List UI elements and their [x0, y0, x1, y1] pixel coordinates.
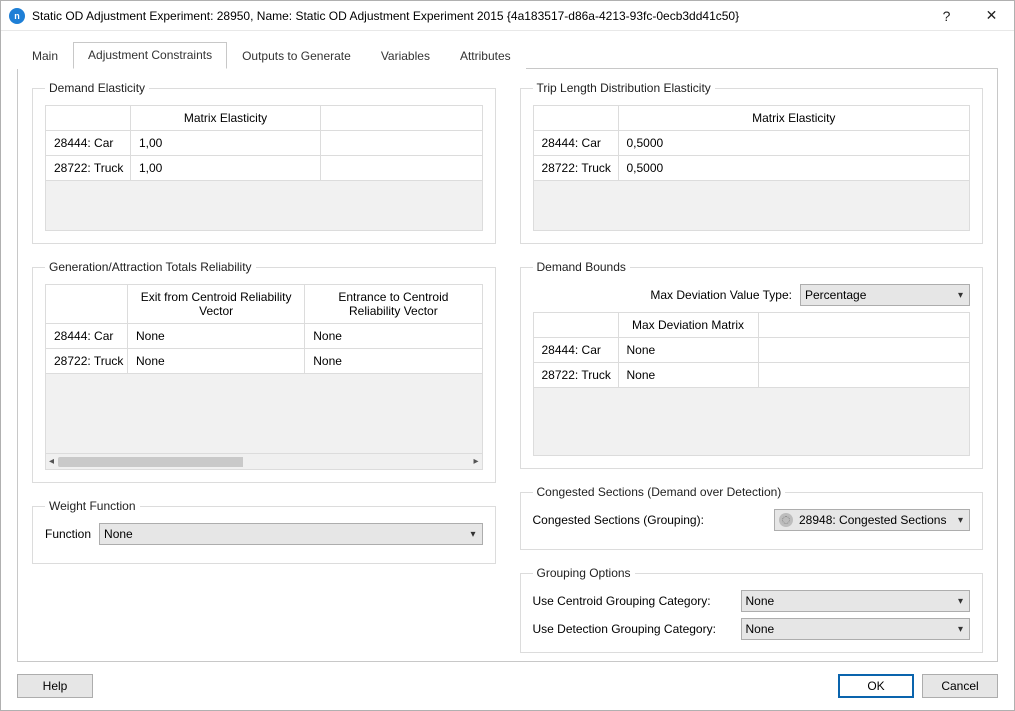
table-corner	[46, 106, 131, 131]
weight-function-label: Function	[45, 527, 91, 541]
cell-car-exit[interactable]: None	[128, 324, 305, 349]
max-dev-type-value: Percentage	[805, 288, 866, 302]
close-button[interactable]: ✕	[969, 1, 1014, 30]
reliability-table[interactable]: Exit from Centroid Reliability Vector En…	[45, 284, 483, 454]
tab-variables[interactable]: Variables	[366, 43, 445, 69]
cancel-button[interactable]: Cancel	[922, 674, 998, 698]
help-button[interactable]: ?	[924, 1, 969, 30]
group-demand-bounds-legend: Demand Bounds	[533, 260, 630, 274]
row-car: 28444: Car	[46, 131, 131, 156]
tabs: Main Adjustment Constraints Outputs to G…	[17, 41, 998, 68]
help-button[interactable]: Help	[17, 674, 93, 698]
reliability-hscroll[interactable]: ◂ ▸	[45, 454, 483, 470]
chevron-down-icon: ▾	[958, 290, 963, 301]
group-weight-function: Weight Function Function None ▾	[32, 499, 496, 564]
dialog-window: n Static OD Adjustment Experiment: 28950…	[0, 0, 1015, 711]
tab-main[interactable]: Main	[17, 43, 73, 69]
right-column: Trip Length Distribution Elasticity Matr…	[520, 81, 984, 649]
tab-outputs[interactable]: Outputs to Generate	[227, 43, 366, 69]
tab-attributes[interactable]: Attributes	[445, 43, 526, 69]
table-row: 28722: Truck 1,00	[46, 156, 483, 181]
detection-grouping-select[interactable]: None ▾	[741, 618, 971, 640]
scroll-right-icon[interactable]: ▸	[473, 456, 478, 467]
group-demand-elasticity-legend: Demand Elasticity	[45, 81, 149, 95]
cell-truck-exit[interactable]: None	[128, 349, 305, 374]
cell-demand-truck[interactable]: 1,00	[131, 156, 321, 181]
group-grouping-legend: Grouping Options	[533, 566, 635, 580]
scroll-left-icon[interactable]: ◂	[49, 456, 54, 467]
group-demand-elasticity: Demand Elasticity Matrix Elasticity 2844…	[32, 81, 496, 244]
col-max-dev-matrix: Max Deviation Matrix	[618, 313, 758, 338]
detection-grouping-value: None	[746, 622, 775, 636]
group-weight-legend: Weight Function	[45, 499, 140, 513]
col-matrix-elasticity: Matrix Elasticity	[618, 106, 970, 131]
row-truck: 28722: Truck	[533, 363, 618, 388]
group-gen-attr-legend: Generation/Attraction Totals Reliability	[45, 260, 256, 274]
row-truck: 28722: Truck	[533, 156, 618, 181]
detection-grouping-label: Use Detection Grouping Category:	[533, 622, 733, 636]
group-demand-bounds: Demand Bounds Max Deviation Value Type: …	[520, 260, 984, 469]
tab-adjustment-constraints[interactable]: Adjustment Constraints	[73, 42, 227, 69]
scroll-thumb[interactable]	[58, 457, 469, 467]
cell-bounds-truck[interactable]: None	[618, 363, 758, 388]
chevron-down-icon: ▾	[958, 596, 963, 607]
centroid-grouping-select[interactable]: None ▾	[741, 590, 971, 612]
grouping-icon	[779, 513, 793, 527]
table-row: 28444: Car 0,5000	[533, 131, 970, 156]
row-car: 28444: Car	[46, 324, 128, 349]
titlebar: n Static OD Adjustment Experiment: 28950…	[1, 1, 1014, 31]
col-entrance-vector: Entrance to Centroid Reliability Vector	[305, 285, 482, 324]
row-truck: 28722: Truck	[46, 156, 131, 181]
table-row: 28444: Car None	[533, 338, 970, 363]
row-car: 28444: Car	[533, 338, 618, 363]
left-column: Demand Elasticity Matrix Elasticity 2844…	[32, 81, 496, 649]
cell-bounds-car[interactable]: None	[618, 338, 758, 363]
chevron-down-icon: ▾	[958, 624, 963, 635]
cell-truck-entrance[interactable]: None	[305, 349, 482, 374]
table-row: 28444: Car None None	[46, 324, 483, 349]
col-matrix-elasticity: Matrix Elasticity	[131, 106, 321, 131]
cell-trip-car[interactable]: 0,5000	[618, 131, 970, 156]
weight-function-value: None	[104, 527, 133, 541]
group-grouping-options: Grouping Options Use Centroid Grouping C…	[520, 566, 984, 653]
ok-button[interactable]: OK	[838, 674, 914, 698]
window-title: Static OD Adjustment Experiment: 28950, …	[32, 9, 924, 23]
max-dev-type-label: Max Deviation Value Type:	[650, 288, 792, 302]
table-row: 28722: Truck None	[533, 363, 970, 388]
cell-car-entrance[interactable]: None	[305, 324, 482, 349]
max-dev-type-select[interactable]: Percentage ▾	[800, 284, 970, 306]
content-area: Main Adjustment Constraints Outputs to G…	[1, 31, 1014, 662]
app-icon: n	[9, 8, 25, 24]
demand-elasticity-table[interactable]: Matrix Elasticity 28444: Car 1,00 28722:…	[45, 105, 483, 231]
tab-panel: Demand Elasticity Matrix Elasticity 2844…	[17, 68, 998, 662]
table-row: 28722: Truck None None	[46, 349, 483, 374]
group-congested-sections: Congested Sections (Demand over Detectio…	[520, 485, 984, 550]
chevron-down-icon: ▾	[958, 515, 963, 526]
congested-grouping-label: Congested Sections (Grouping):	[533, 513, 767, 527]
col-exit-vector: Exit from Centroid Reliability Vector	[128, 285, 305, 324]
cell-trip-truck[interactable]: 0,5000	[618, 156, 970, 181]
weight-function-select[interactable]: None ▾	[99, 523, 482, 545]
centroid-grouping-label: Use Centroid Grouping Category:	[533, 594, 733, 608]
group-trip-length-legend: Trip Length Distribution Elasticity	[533, 81, 715, 95]
cell-demand-car[interactable]: 1,00	[131, 131, 321, 156]
help-icon: ?	[943, 8, 951, 24]
row-truck: 28722: Truck	[46, 349, 128, 374]
close-icon: ✕	[986, 7, 998, 24]
group-gen-attr-reliability: Generation/Attraction Totals Reliability…	[32, 260, 496, 483]
group-trip-length: Trip Length Distribution Elasticity Matr…	[520, 81, 984, 244]
congested-grouping-value: 28948: Congested Sections	[799, 513, 946, 527]
group-congested-legend: Congested Sections (Demand over Detectio…	[533, 485, 786, 499]
congested-grouping-select[interactable]: 28948: Congested Sections ▾	[774, 509, 970, 531]
table-row: 28444: Car 1,00	[46, 131, 483, 156]
row-car: 28444: Car	[533, 131, 618, 156]
chevron-down-icon: ▾	[470, 529, 475, 540]
trip-length-table[interactable]: Matrix Elasticity 28444: Car 0,5000 2872…	[533, 105, 971, 231]
dialog-footer: Help OK Cancel	[1, 662, 1014, 710]
demand-bounds-table[interactable]: Max Deviation Matrix 28444: Car None 287…	[533, 312, 971, 456]
table-row: 28722: Truck 0,5000	[533, 156, 970, 181]
centroid-grouping-value: None	[746, 594, 775, 608]
